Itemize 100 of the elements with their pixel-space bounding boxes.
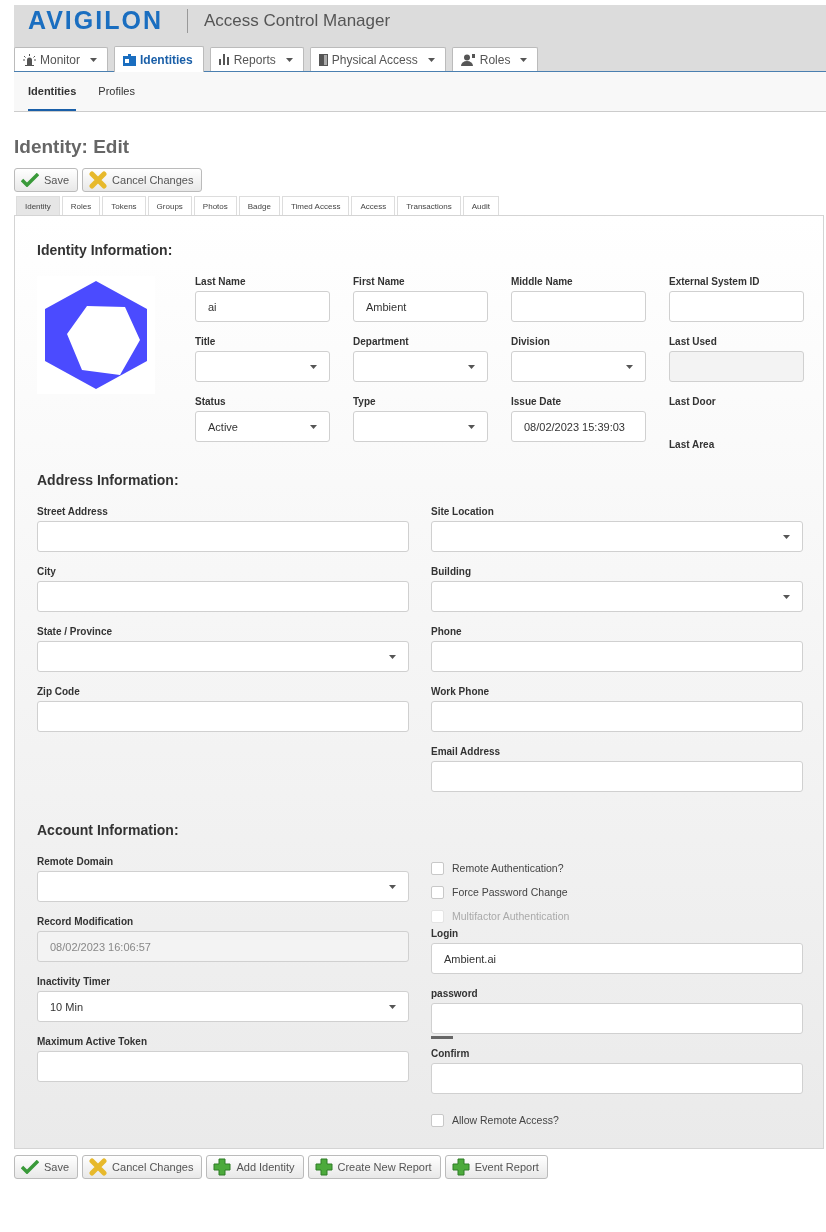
text-field[interactable]: 08/02/2023 15:39:03	[511, 411, 646, 442]
action-button[interactable]: Event Report	[444, 1155, 548, 1179]
field-label: Zip Code	[37, 686, 81, 697]
action-button[interactable]: Add Identity	[206, 1155, 304, 1179]
action-button[interactable]: Cancel Changes	[82, 1155, 203, 1179]
tab[interactable]: Roles	[61, 196, 101, 215]
checkbox[interactable]	[431, 861, 444, 875]
sub-nav-tab[interactable]: Profiles	[98, 72, 135, 111]
field-label: Type	[353, 396, 377, 407]
select-field[interactable]	[431, 581, 803, 612]
checkbox-label: Multifactor Authentication	[452, 910, 570, 922]
field-label: Email Address	[431, 746, 502, 757]
select-field[interactable]	[195, 351, 330, 382]
checkbox-label: Allow Remote Access?	[452, 1114, 559, 1126]
section-heading: Identity Information:	[37, 242, 174, 258]
strength-meter	[431, 1036, 453, 1039]
checkbox[interactable]	[431, 885, 444, 899]
text-field[interactable]: Ambient	[353, 291, 488, 322]
field-label: Title	[195, 336, 217, 347]
door-icon	[318, 53, 328, 66]
text-field[interactable]	[431, 701, 803, 732]
sub-nav-tab[interactable]: Identities	[28, 72, 77, 111]
select-field[interactable]	[37, 641, 409, 672]
nav-tab[interactable]: Reports	[209, 47, 304, 71]
nav-tab[interactable]: Physical Access	[309, 47, 446, 71]
select-field[interactable]	[353, 351, 488, 382]
caret-icon	[389, 884, 396, 889]
text-field[interactable]: ai	[195, 291, 330, 322]
caret-icon	[389, 654, 396, 659]
text-field[interactable]	[511, 291, 646, 322]
tab[interactable]: Identity	[16, 196, 60, 215]
section-heading: Address Information:	[37, 472, 180, 488]
checkbox-label: Remote Authentication?	[452, 862, 564, 874]
caret-icon	[310, 364, 317, 369]
checkbox[interactable]	[431, 1113, 444, 1127]
field-label: Last Used	[669, 336, 718, 347]
section-heading: Account Information:	[37, 822, 180, 838]
select-field[interactable]: Active	[195, 411, 330, 442]
caret-icon	[427, 57, 435, 62]
readonly-field: 08/02/2023 16:06:57	[37, 931, 409, 962]
field-label: Middle Name	[511, 276, 574, 287]
caret-icon	[285, 57, 293, 62]
text-field[interactable]	[37, 581, 409, 612]
tab[interactable]: Badge	[238, 196, 280, 215]
nav-tab[interactable]: Roles	[451, 47, 539, 71]
caret-icon	[389, 1004, 396, 1009]
field-label: Last Area	[669, 439, 716, 450]
select-field[interactable]	[511, 351, 646, 382]
field-label: Department	[353, 336, 410, 347]
text-field[interactable]	[431, 761, 803, 792]
cross-icon	[89, 171, 108, 189]
field-label: Site Location	[431, 506, 495, 517]
select-field[interactable]	[431, 521, 803, 552]
tab[interactable]: Transactions	[397, 196, 461, 215]
siren-icon	[23, 53, 36, 66]
nav-tab[interactable]: Monitor	[14, 47, 108, 71]
caret-icon	[783, 534, 790, 539]
field-label: Building	[431, 566, 472, 577]
tab[interactable]: Groups	[147, 196, 192, 215]
text-field[interactable]	[431, 1063, 803, 1094]
caret-icon	[468, 364, 475, 369]
field-label: Status	[195, 396, 227, 407]
field-label: Record Modification	[37, 916, 135, 927]
toolbar-button[interactable]: Cancel Changes	[82, 168, 203, 192]
check-icon	[21, 173, 39, 187]
caret-icon	[90, 57, 97, 62]
nav-tab[interactable]: Identities	[114, 46, 204, 72]
checkbox-label: Force Password Change	[452, 886, 568, 898]
tab[interactable]: Audit	[462, 196, 499, 215]
text-field[interactable]	[431, 641, 803, 672]
action-button[interactable]: Create New Report	[307, 1155, 441, 1179]
text-field[interactable]	[37, 701, 409, 732]
text-field[interactable]	[37, 1051, 409, 1082]
tab[interactable]: Tokens	[102, 196, 146, 215]
field-label: Last Door	[669, 396, 717, 407]
field-label: Phone	[431, 626, 463, 637]
select-field[interactable]	[37, 871, 409, 902]
field-label: First Name	[353, 276, 406, 287]
toolbar-button[interactable]: Save	[14, 168, 79, 192]
select-field[interactable]: 10 Min	[37, 991, 409, 1022]
text-field[interactable]	[37, 521, 409, 552]
person-icon	[460, 53, 476, 66]
select-field[interactable]	[353, 411, 488, 442]
tab[interactable]: Access	[351, 196, 396, 215]
tab[interactable]: Timed Access	[281, 196, 350, 215]
plus-icon	[213, 1158, 232, 1176]
tab[interactable]: Photos	[193, 196, 237, 215]
field-label: Division	[511, 336, 551, 347]
field-label: Maximum Active Token	[37, 1036, 149, 1047]
field-label: Login	[431, 928, 460, 939]
field-label: Confirm	[431, 1048, 471, 1059]
password-field[interactable]	[431, 1003, 803, 1034]
field-label: State / Province	[37, 626, 114, 637]
text-field[interactable]	[669, 291, 804, 322]
field-label: Street Address	[37, 506, 109, 517]
field-label: password	[431, 988, 479, 999]
action-button[interactable]: Save	[14, 1155, 79, 1179]
text-field[interactable]: Ambient.ai	[431, 943, 803, 974]
check-icon	[21, 1160, 39, 1174]
brand-logo: AVIGILON	[28, 6, 163, 35]
